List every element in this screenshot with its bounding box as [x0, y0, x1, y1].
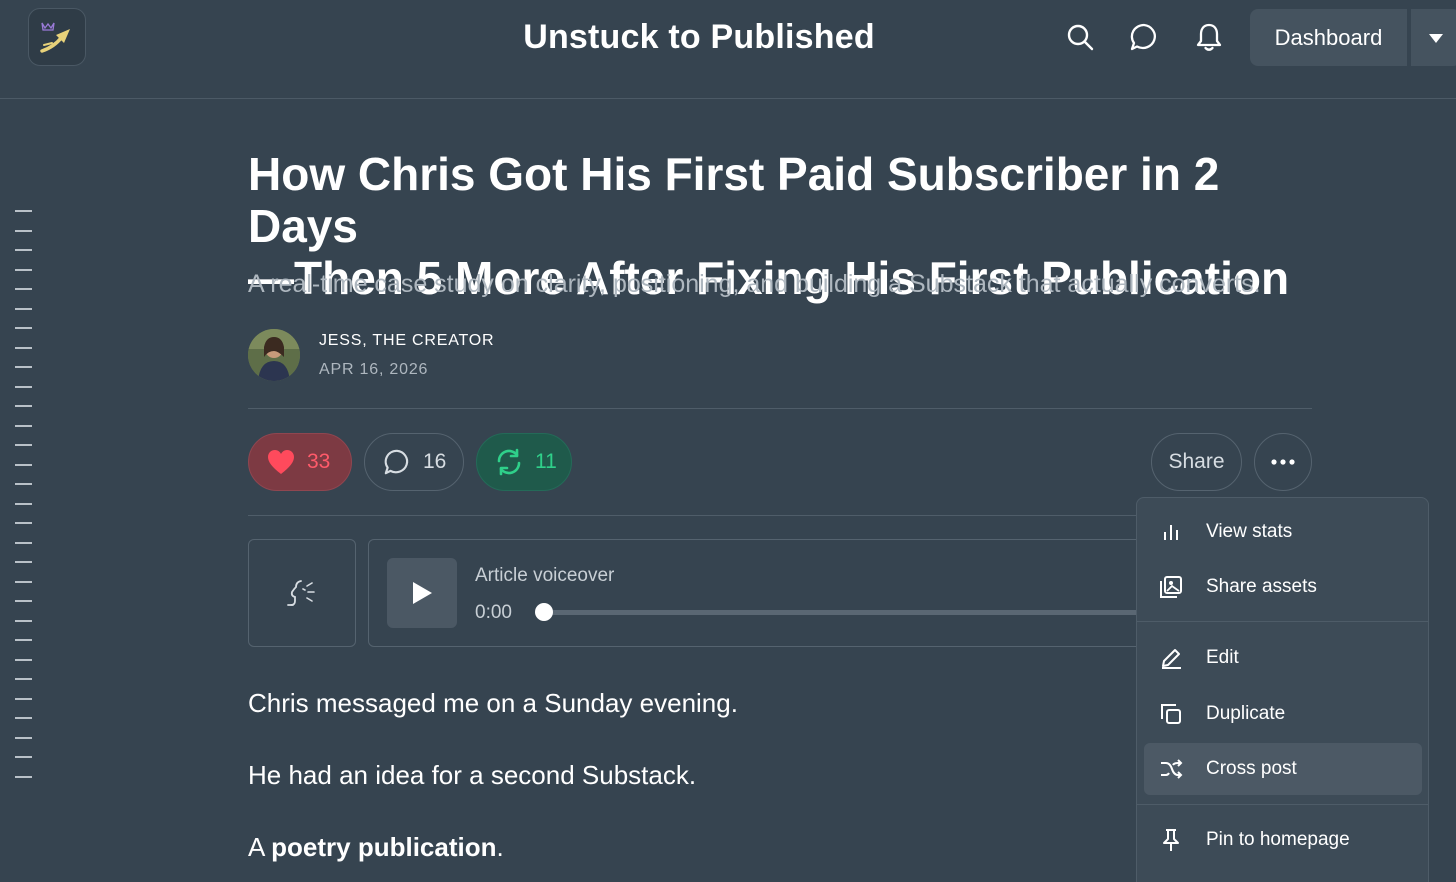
like-button[interactable]: 33	[248, 433, 352, 491]
voiceover-settings-button[interactable]	[248, 539, 356, 647]
menu-item-label: Edit	[1206, 647, 1239, 668]
speaking-head-icon	[287, 580, 315, 606]
outline-tick[interactable]	[15, 619, 32, 622]
menu-divider	[1137, 804, 1428, 805]
dashboard-dropdown-button[interactable]	[1411, 9, 1456, 66]
top-bar: Unstuck to Published Dashboard	[0, 0, 1456, 99]
progress-track[interactable]	[545, 610, 1185, 615]
bar-chart-icon	[1158, 519, 1184, 545]
menu-item-edit[interactable]: Edit	[1144, 632, 1422, 684]
publication-title[interactable]: Unstuck to Published	[0, 18, 1398, 57]
text-segment: .	[496, 832, 504, 862]
outline-tick[interactable]	[15, 463, 32, 466]
restack-count: 11	[535, 450, 557, 473]
outline-tick[interactable]	[15, 483, 32, 485]
divider	[248, 515, 1138, 516]
share-button[interactable]: Share	[1151, 433, 1242, 491]
author-avatar[interactable]	[248, 329, 300, 381]
outline-tick[interactable]	[15, 268, 32, 271]
image-icon	[1158, 574, 1184, 600]
outline-tick[interactable]	[15, 249, 32, 251]
chat-icon	[1130, 23, 1156, 51]
bell-icon	[1196, 23, 1222, 51]
outline-tick[interactable]	[15, 424, 32, 427]
menu-item-label: Pin to homepage	[1206, 829, 1350, 850]
outline-tick[interactable]	[15, 756, 32, 758]
post-options-menu: View stats Share assets Edit Duplicate C…	[1136, 497, 1429, 882]
outline-tick[interactable]	[15, 522, 32, 524]
menu-item-share-assets[interactable]: Share assets	[1144, 561, 1422, 613]
outline-tick[interactable]	[15, 210, 32, 212]
chat-button[interactable]	[1127, 20, 1161, 54]
body-paragraph: Chris messaged me on a Sunday evening.	[248, 688, 738, 718]
menu-item-duplicate[interactable]: Duplicate	[1144, 688, 1422, 740]
outline-tick[interactable]	[15, 697, 32, 700]
menu-item-label: Share assets	[1206, 576, 1317, 597]
search-button[interactable]	[1063, 20, 1097, 54]
article-subtitle: A real-time case study on clarity, posit…	[248, 270, 1261, 298]
dashboard-button[interactable]: Dashboard	[1250, 9, 1407, 66]
outline-tick[interactable]	[15, 736, 32, 739]
outline-tick[interactable]	[15, 405, 32, 407]
outline-tick[interactable]	[15, 541, 32, 544]
outline-tick[interactable]	[15, 327, 32, 329]
menu-item-label: View stats	[1206, 521, 1293, 542]
menu-item-cross-post[interactable]: Cross post	[1144, 743, 1422, 795]
heart-icon	[268, 450, 294, 474]
like-count: 33	[307, 450, 331, 473]
outline-tick[interactable]	[15, 717, 32, 719]
bold-text: poetry publication	[271, 832, 497, 862]
progress-knob[interactable]	[535, 603, 553, 621]
comment-button[interactable]: 16	[364, 433, 464, 491]
outline-tick[interactable]	[15, 444, 32, 446]
pin-icon	[1158, 827, 1184, 853]
search-icon	[1067, 24, 1094, 51]
play-icon	[413, 582, 432, 604]
play-button[interactable]	[387, 558, 457, 628]
outline-tick[interactable]	[15, 385, 32, 388]
outline-tick[interactable]	[15, 600, 32, 602]
ellipsis-icon	[1271, 459, 1295, 465]
voiceover-label: Article voiceover	[475, 565, 615, 586]
menu-divider	[1137, 621, 1428, 622]
menu-item-view-stats[interactable]: View stats	[1144, 506, 1422, 558]
outline-tick[interactable]	[15, 307, 32, 310]
comment-icon	[384, 449, 409, 475]
outline-tick[interactable]	[15, 678, 32, 680]
avatar-image	[248, 329, 300, 381]
outline-tick[interactable]	[15, 502, 32, 505]
outline-tick[interactable]	[15, 346, 32, 349]
outline-tick[interactable]	[15, 366, 32, 368]
body-paragraph: A poetry publication.	[248, 832, 504, 863]
restack-icon	[497, 448, 521, 476]
more-options-button[interactable]	[1254, 433, 1312, 491]
divider	[248, 408, 1312, 409]
outline-tick[interactable]	[15, 288, 32, 290]
outline-tick[interactable]	[15, 580, 32, 583]
body-paragraph: He had an idea for a second Substack.	[248, 760, 697, 790]
outline-ruler[interactable]	[15, 210, 33, 795]
menu-item-label: Duplicate	[1206, 703, 1286, 724]
article-title-line-1: How Chris Got His First Paid Subscriber …	[248, 148, 1220, 252]
comment-count: 16	[423, 450, 447, 473]
author-name[interactable]: JESS, THE CREATOR	[319, 332, 494, 350]
restack-button[interactable]: 11	[476, 433, 572, 491]
menu-item-pin-to-homepage[interactable]: Pin to homepage	[1144, 814, 1422, 866]
outline-tick[interactable]	[15, 639, 32, 641]
outline-tick[interactable]	[15, 658, 32, 661]
outline-tick[interactable]	[15, 775, 32, 778]
copy-icon	[1158, 701, 1184, 727]
notifications-button[interactable]	[1192, 20, 1226, 54]
outline-tick[interactable]	[15, 229, 32, 232]
text-segment: A	[248, 832, 272, 862]
shuffle-icon	[1158, 756, 1184, 782]
publish-date: APR 16, 2026	[319, 361, 429, 378]
menu-item-label: Cross post	[1206, 758, 1297, 779]
playback-time: 0:00	[475, 602, 512, 623]
audio-player: Article voiceover 0:00	[368, 539, 1185, 647]
chevron-down-icon	[1429, 33, 1443, 43]
pencil-icon	[1158, 645, 1184, 671]
outline-tick[interactable]	[15, 561, 32, 563]
